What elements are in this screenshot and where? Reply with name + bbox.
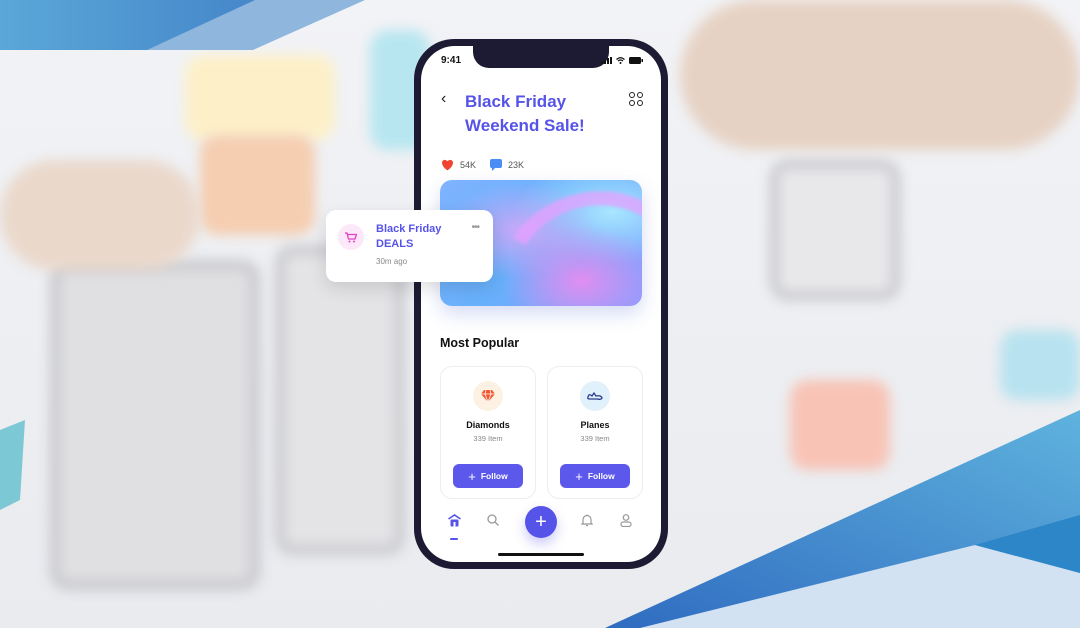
grid-menu-icon[interactable] [629,92,643,106]
wifi-icon [616,57,625,64]
active-indicator [450,538,458,540]
add-button[interactable]: + [525,506,557,538]
likes-stat[interactable]: 54K [441,159,476,171]
nav-notifications[interactable] [579,512,595,528]
plus-icon: + [468,468,476,484]
chat-icon [490,159,503,171]
card-name: Diamonds [466,420,510,430]
category-card-planes[interactable]: Planes 339 Item + Follow [547,366,643,499]
notification-card[interactable]: Black Friday DEALS 30m ago ••• [326,210,493,282]
comments-stat[interactable]: 23K [490,159,524,171]
back-button[interactable]: ‹ [441,90,446,108]
plane-icon [580,381,610,411]
notification-title-line-2: DEALS [376,238,414,250]
nav-search[interactable] [485,512,501,528]
follow-label: Follow [480,471,508,481]
page-title: Black Friday Weekend Sale! [465,90,625,138]
follow-label: Follow [587,471,615,481]
card-count: 339 Item [473,434,503,443]
bell-icon [581,514,593,526]
diamond-icon [473,381,503,411]
phone-mockup: 9:41 ‹ Black Friday Weekend Sale! 54K 23… [414,39,668,569]
bottom-nav: + [421,502,661,542]
status-icons [601,57,643,64]
home-indicator [498,553,584,556]
section-title: Most Popular [440,336,520,350]
phone-notch [473,46,609,68]
card-name: Planes [580,420,610,430]
title-line-2: Weekend Sale! [465,116,585,135]
home-icon [447,513,461,526]
heart-icon [442,159,453,171]
nav-home[interactable] [446,512,462,528]
notification-title: Black Friday DEALS [376,222,466,252]
comments-count: 23K [508,160,525,170]
nav-profile[interactable] [618,512,634,528]
battery-icon [629,57,643,64]
follow-button[interactable]: + Follow [453,464,523,488]
signal-icon [601,57,612,64]
more-options-icon[interactable]: ••• [471,222,479,233]
app-screen: 9:41 ‹ Black Friday Weekend Sale! 54K 23… [421,46,661,562]
cart-icon [338,224,364,250]
title-line-1: Black Friday [465,92,567,111]
category-card-diamonds[interactable]: Diamonds 339 Item + Follow [440,366,536,499]
card-count: 339 Item [580,434,610,443]
likes-count: 54K [460,160,477,170]
notification-time: 30m ago [376,257,408,266]
user-icon [620,513,632,527]
notification-title-line-1: Black Friday [376,223,442,235]
follow-button[interactable]: + Follow [560,464,630,488]
post-stats: 54K 23K [441,159,524,171]
plus-icon: + [575,468,583,484]
status-time: 9:41 [441,55,462,66]
search-icon [487,514,499,526]
